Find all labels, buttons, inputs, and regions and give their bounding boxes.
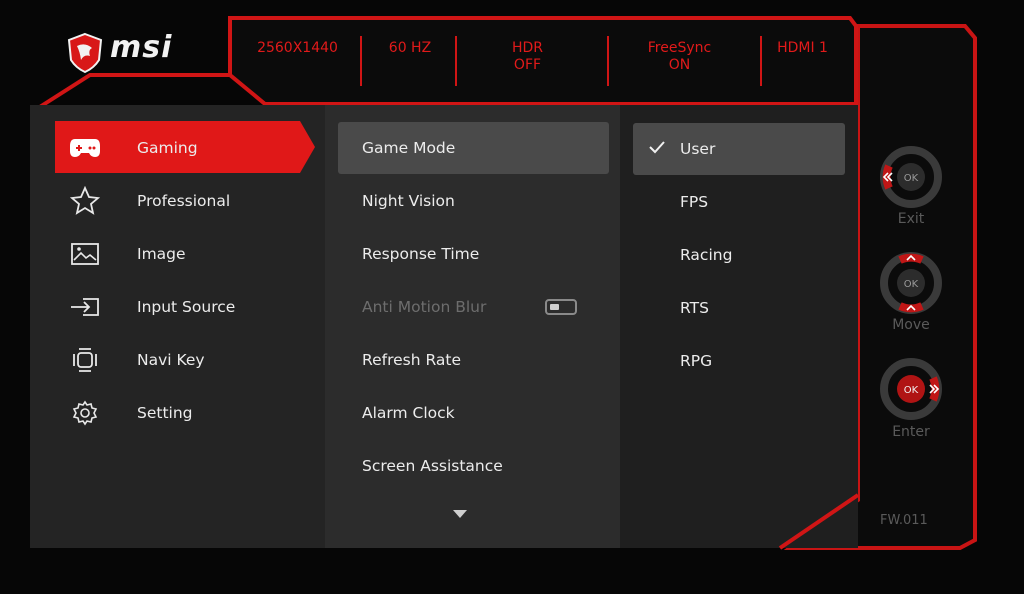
- menu-item-label: Screen Assistance: [362, 457, 503, 475]
- sidebar-item-navi-key[interactable]: Navi Key: [55, 333, 315, 386]
- brand-name: msi: [110, 30, 173, 65]
- hdr-status: HDR OFF: [511, 40, 544, 73]
- option-label: RPG: [680, 352, 713, 370]
- sidebar-item-label: Professional: [137, 191, 231, 210]
- menu-item-label: Response Time: [362, 245, 480, 263]
- gamepad-icon: [69, 132, 101, 164]
- status-divider: [607, 36, 609, 86]
- sidebar-item-input-source[interactable]: Input Source: [55, 280, 315, 333]
- anti-motion-blur-toggle: [545, 299, 577, 315]
- menu-item-label: Alarm Clock: [362, 404, 455, 422]
- menu-item-night-vision[interactable]: Night Vision: [338, 175, 609, 227]
- freesync-status: FreeSync ON: [647, 40, 712, 73]
- menu-item-anti-motion-blur: Anti Motion Blur: [338, 281, 609, 333]
- option-label: Racing: [680, 246, 733, 264]
- sidebar-item-label: Navi Key: [137, 350, 205, 369]
- menu-item-label: Night Vision: [362, 192, 455, 210]
- sidebar-item-professional[interactable]: Professional: [55, 174, 315, 227]
- svg-text:OK: OK: [904, 173, 919, 184]
- option-label: User: [680, 140, 716, 158]
- refresh-rate-status: 60 HZ: [388, 40, 432, 56]
- option-rts[interactable]: RTS: [633, 282, 845, 334]
- option-user[interactable]: User: [633, 123, 845, 175]
- svg-text:OK: OK: [904, 385, 919, 396]
- input-status: HDMI 1: [777, 40, 828, 56]
- gear-icon: [69, 397, 101, 429]
- navi-key-icon: [69, 344, 101, 376]
- option-fps[interactable]: FPS: [633, 176, 845, 228]
- firmware-version: FW.011: [880, 513, 928, 528]
- option-label: RTS: [680, 299, 709, 317]
- image-icon: [69, 238, 101, 270]
- sidebar-item-label: Setting: [137, 403, 193, 422]
- star-icon: [69, 185, 101, 217]
- sidebar-item-label: Input Source: [137, 297, 236, 316]
- move-key-label: Move: [892, 317, 930, 333]
- menu-item-alarm-clock[interactable]: Alarm Clock: [338, 387, 609, 439]
- navi-key-exit-icon: OK: [880, 146, 942, 208]
- msi-dragon-shield-icon: [67, 32, 103, 74]
- option-rpg[interactable]: RPG: [633, 335, 845, 387]
- menu-item-response-time[interactable]: Response Time: [338, 228, 609, 280]
- status-divider: [360, 36, 362, 86]
- menu-item-game-mode[interactable]: Game Mode: [338, 122, 609, 174]
- status-divider: [455, 36, 457, 86]
- option-racing[interactable]: Racing: [633, 229, 845, 281]
- sidebar-item-label: Image: [137, 244, 186, 263]
- menu-item-label: Anti Motion Blur: [362, 298, 487, 316]
- sidebar-item-setting[interactable]: Setting: [55, 386, 315, 439]
- menu-item-refresh-rate[interactable]: Refresh Rate: [338, 334, 609, 386]
- enter-key-label: Enter: [892, 424, 930, 440]
- sidebar-item-gaming[interactable]: Gaming: [55, 121, 315, 174]
- resolution-status: 2560X1440: [257, 40, 338, 56]
- status-divider: [760, 36, 762, 86]
- exit-key-label: Exit: [897, 211, 925, 227]
- svg-text:OK: OK: [904, 279, 919, 290]
- menu-item-label: Game Mode: [362, 139, 456, 157]
- navi-key-move-icon: OK: [880, 252, 942, 314]
- chevron-down-icon[interactable]: [453, 510, 467, 518]
- option-label: FPS: [680, 193, 709, 211]
- sidebar-item-image[interactable]: Image: [55, 227, 315, 280]
- input-source-icon: [69, 291, 101, 323]
- sidebar-item-label: Gaming: [137, 138, 198, 157]
- menu-item-label: Refresh Rate: [362, 351, 462, 369]
- menu-item-screen-assistance[interactable]: Screen Assistance: [338, 440, 609, 492]
- checkmark-icon: [649, 141, 665, 154]
- navi-key-enter-icon: OK: [880, 358, 942, 420]
